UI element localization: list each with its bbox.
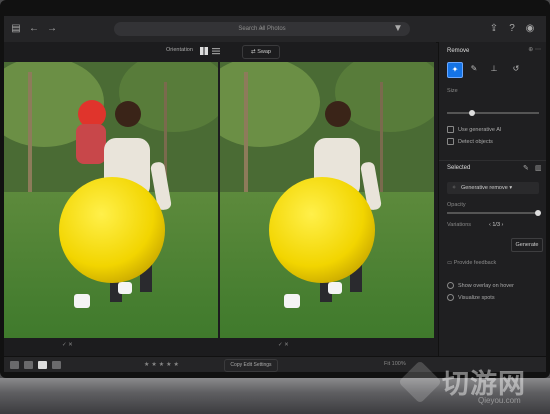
filmstrip-icon[interactable] — [10, 361, 19, 369]
size-label: Size — [447, 88, 458, 94]
reset-icon[interactable]: ↺ — [509, 62, 523, 76]
radio-icon — [447, 282, 454, 289]
opacity-slider-knob[interactable] — [535, 210, 541, 216]
account-icon[interactable]: ◉ — [524, 23, 536, 35]
generate-label: Generate — [515, 242, 539, 248]
copy-edit-settings-label: Copy Edit Settings — [230, 362, 272, 368]
detect-objects-checkbox[interactable]: Detect objects — [447, 138, 493, 145]
heal-icon[interactable]: ✎ — [467, 62, 481, 76]
checkbox-icon — [447, 126, 454, 133]
app-screen: ▤ ← → ⌕ Search All Photos ▼ ⇪ ? ◉ Orient… — [4, 16, 546, 372]
use-ai-label: Use generative AI — [458, 126, 502, 133]
top-toolbar: ▤ ← → ⌕ Search All Photos ▼ ⇪ ? ◉ — [4, 16, 546, 43]
use-ai-checkbox[interactable]: Use generative AI — [447, 126, 501, 133]
feedback-label: Provide feedback — [453, 260, 497, 266]
star-rating[interactable]: ★★★★★ — [144, 361, 181, 368]
swap-label: Swap — [257, 49, 271, 55]
variations-label: Variations — [447, 222, 472, 228]
search-icon: ⌕ — [260, 26, 264, 32]
grid-view-icon[interactable] — [24, 361, 33, 369]
generative-remove-dropdown[interactable]: ✧ Generative remove ▾ — [447, 182, 539, 194]
stacked-view-icon[interactable] — [212, 47, 220, 55]
clone-stamp-icon[interactable]: ⊥ — [487, 62, 501, 76]
generative-remove-label: Generative remove — [461, 185, 508, 191]
compare-bar: Orientation ⇄ Swap — [4, 42, 436, 62]
filter-icon[interactable]: ▼ — [392, 23, 404, 35]
visualize-spots-option[interactable]: Visualize spots — [447, 294, 495, 301]
opacity-label: Opacity — [447, 202, 466, 208]
generate-button[interactable]: Generate — [511, 238, 543, 252]
edit-icon[interactable]: ✎ — [523, 164, 529, 172]
radio-icon — [447, 294, 454, 301]
before-photo-controls[interactable]: ✓ ✕ — [62, 342, 73, 348]
before-photo[interactable] — [4, 62, 218, 338]
compare-view-icon[interactable] — [38, 361, 47, 369]
show-overlay-label: Show overlay on hover — [458, 282, 514, 289]
size-slider[interactable] — [447, 110, 539, 116]
forward-arrow-icon[interactable]: → — [46, 23, 58, 35]
swap-button[interactable]: ⇄ Swap — [242, 45, 280, 59]
chevron-down-icon: ▾ — [509, 185, 513, 191]
search-input[interactable]: ⌕ Search All Photos — [114, 22, 410, 36]
before-photo-image — [4, 62, 218, 338]
trash-icon[interactable]: ▥ — [535, 164, 542, 172]
side-by-side-icon[interactable] — [200, 47, 208, 55]
selected-title: Selected — [447, 165, 471, 171]
remove-panel: Remove ⊕ ⋯ ✦ ✎ ⊥ ↺ Size Use generative A… — [438, 42, 546, 356]
visualize-spots-label: Visualize spots — [458, 294, 495, 301]
share-icon[interactable]: ⇪ — [488, 23, 500, 35]
detail-view-icon[interactable] — [52, 361, 61, 369]
watermark: 切游网 Qieyou.com — [398, 360, 548, 410]
panel-header-icons[interactable]: ⊕ ⋯ — [528, 46, 541, 53]
feedback-icon: ▭ — [447, 260, 454, 266]
orientation-label: Orientation — [166, 47, 193, 53]
detect-objects-label: Detect objects — [458, 138, 493, 145]
checkbox-icon — [447, 138, 454, 145]
selected-section-header: Selected ✎ ▥ — [439, 160, 546, 175]
opacity-slider[interactable] — [447, 210, 541, 216]
after-photo-controls[interactable]: ✓ ✕ — [278, 342, 289, 348]
watermark-logo-icon — [398, 360, 442, 404]
remove-brush-icon[interactable]: ✦ — [447, 62, 463, 78]
help-icon[interactable]: ? — [506, 23, 518, 35]
size-slider-knob[interactable] — [469, 110, 475, 116]
after-photo-image — [220, 62, 434, 338]
after-photo[interactable] — [220, 62, 434, 338]
watermark-subtext: Qieyou.com — [478, 396, 521, 405]
sparkle-icon: ✧ — [451, 185, 457, 191]
variation-value: 1/3 — [492, 222, 501, 228]
variation-stepper[interactable]: ‹ 1/3 › — [489, 222, 503, 228]
sidebar-toggle-icon[interactable]: ▤ — [10, 23, 22, 35]
back-arrow-icon[interactable]: ← — [28, 23, 40, 35]
panel-title: Remove — [447, 48, 470, 54]
provide-feedback-link[interactable]: ▭ Provide feedback — [447, 260, 496, 266]
show-overlay-option[interactable]: Show overlay on hover — [447, 282, 514, 289]
copy-edit-settings-button[interactable]: Copy Edit Settings — [224, 359, 278, 372]
